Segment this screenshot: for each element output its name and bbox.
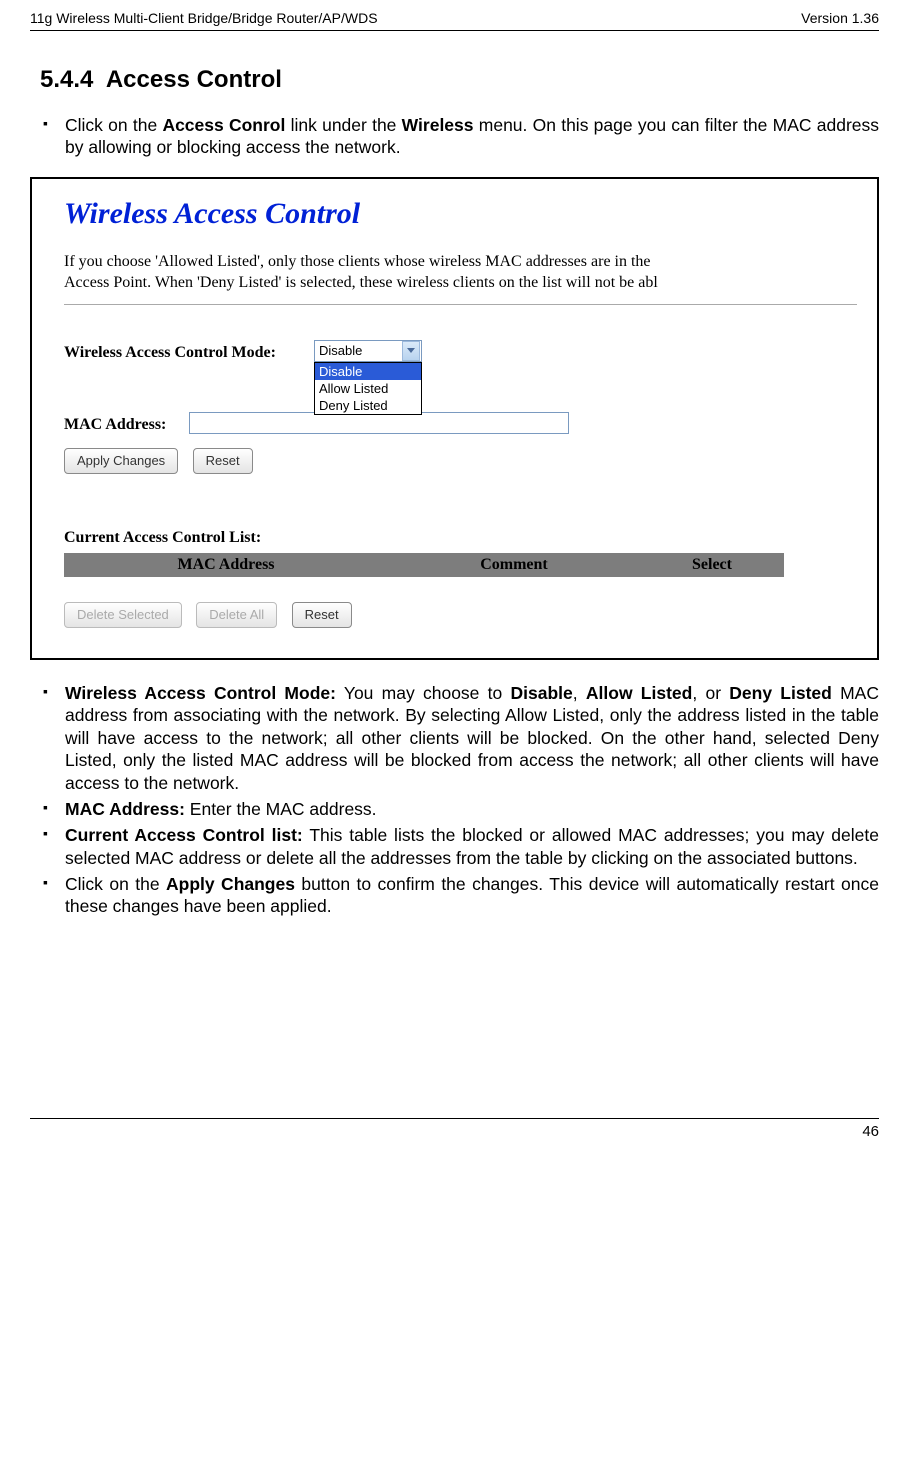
page-footer: 46: [30, 1118, 879, 1140]
header-left: 11g Wireless Multi-Client Bridge/Bridge …: [30, 10, 378, 26]
bullet-list: Current Access Control list: This table …: [65, 824, 879, 869]
mode-label: Wireless Access Control Mode:: [64, 340, 314, 362]
mode-dropdown[interactable]: Disable Allow Listed Deny Listed: [314, 362, 422, 415]
chevron-down-icon[interactable]: [402, 341, 420, 361]
page-number: 46: [862, 1123, 879, 1140]
col-mac: MAC Address: [64, 553, 388, 577]
section-heading: 5.4.4 Access Control: [40, 66, 879, 94]
bullet-apply: Click on the Apply Changes button to con…: [65, 873, 879, 918]
panel-title: Wireless Access Control: [64, 197, 857, 231]
mac-row: MAC Address:: [64, 412, 857, 434]
delete-all-button[interactable]: Delete All: [196, 602, 277, 628]
divider: [64, 304, 857, 305]
mode-row: Wireless Access Control Mode: Disable Di…: [64, 340, 857, 362]
mac-input[interactable]: [189, 412, 569, 434]
col-select: Select: [640, 553, 784, 577]
option-deny-listed[interactable]: Deny Listed: [315, 397, 421, 414]
col-comment: Comment: [388, 553, 640, 577]
bullet-mode: Wireless Access Control Mode: You may ch…: [65, 682, 879, 794]
intro-bullet: Click on the Access Conrol link under th…: [65, 114, 879, 159]
apply-changes-button[interactable]: Apply Changes: [64, 448, 178, 474]
bullet-mac: MAC Address: Enter the MAC address.: [65, 798, 879, 820]
mac-label: MAC Address:: [64, 412, 189, 434]
acl-table: MAC Address Comment Select: [64, 553, 784, 577]
reset-button-lower[interactable]: Reset: [292, 602, 352, 628]
panel-desc: If you choose 'Allowed Listed', only tho…: [64, 251, 857, 294]
mode-select-value: Disable: [315, 343, 401, 358]
button-row-upper: Apply Changes Reset: [64, 448, 857, 474]
option-disable[interactable]: Disable: [315, 363, 421, 380]
acl-title: Current Access Control List:: [64, 529, 857, 547]
screenshot-panel: Wireless Access Control If you choose 'A…: [30, 177, 879, 660]
reset-button[interactable]: Reset: [193, 448, 253, 474]
button-row-lower: Delete Selected Delete All Reset: [64, 602, 857, 628]
mode-select[interactable]: Disable Disable Allow Listed Deny Listed: [314, 340, 422, 362]
delete-selected-button[interactable]: Delete Selected: [64, 602, 182, 628]
doc-header: 11g Wireless Multi-Client Bridge/Bridge …: [30, 0, 879, 31]
option-allow-listed[interactable]: Allow Listed: [315, 380, 421, 397]
header-right: Version 1.36: [801, 10, 879, 26]
